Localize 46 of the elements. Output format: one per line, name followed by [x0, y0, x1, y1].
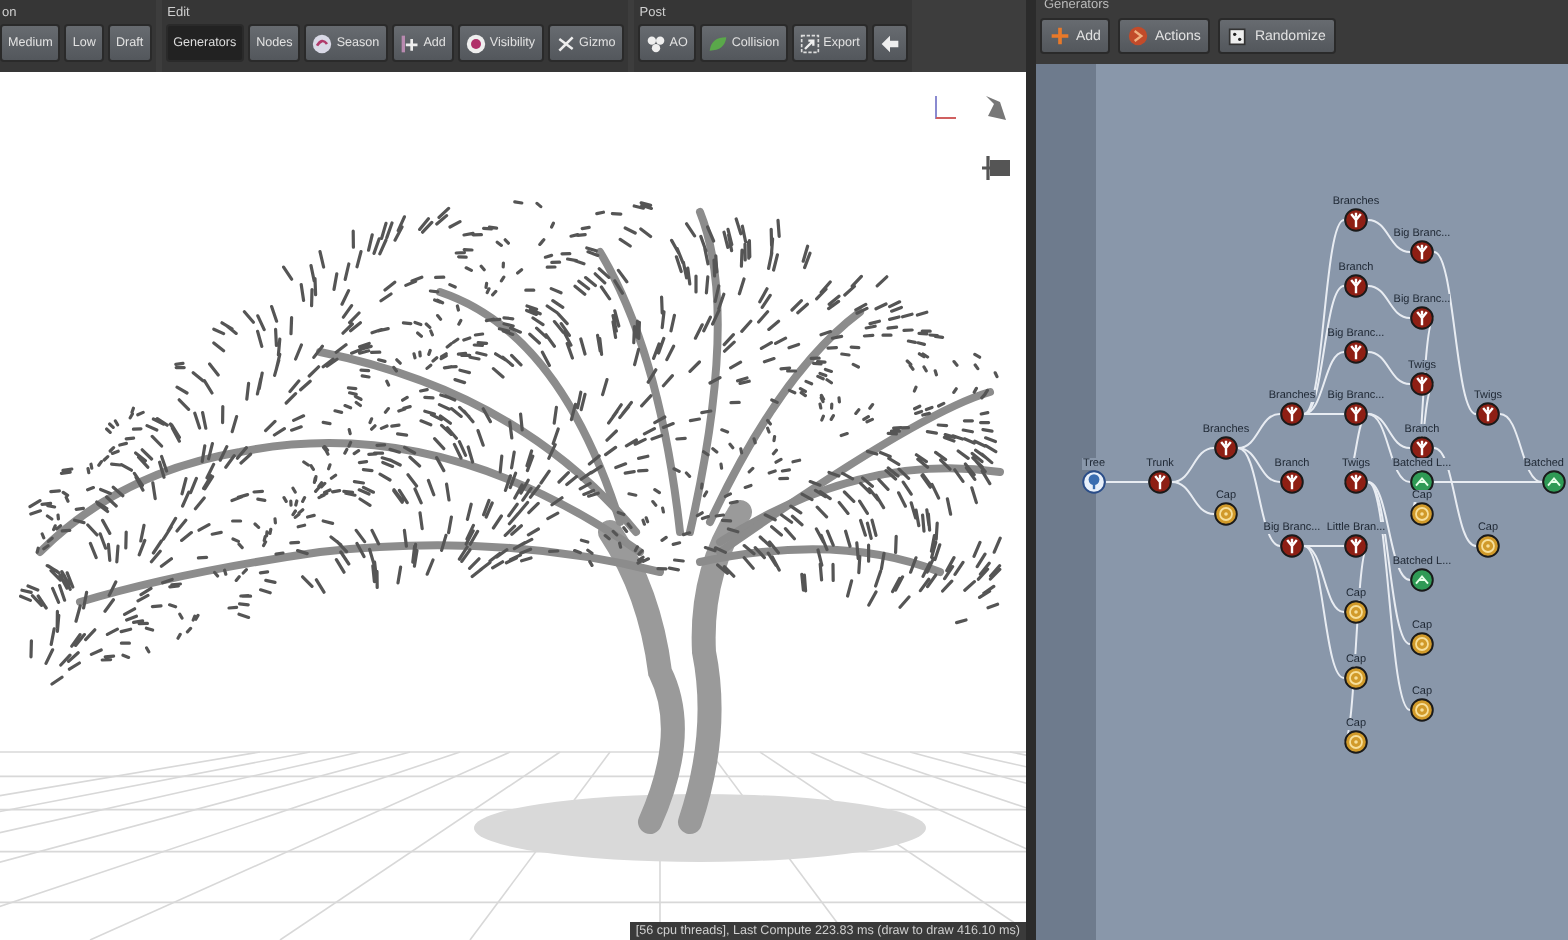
- eye-icon: [465, 33, 486, 53]
- plus-icon: [399, 33, 420, 53]
- fork-icon[interactable]: [1214, 436, 1238, 460]
- ring-icon[interactable]: [1476, 534, 1500, 558]
- fork-icon[interactable]: [1344, 208, 1368, 232]
- axis-icon: [932, 94, 960, 122]
- ring-icon[interactable]: [1410, 502, 1434, 526]
- fork-icon[interactable]: [1280, 470, 1304, 494]
- fork-icon[interactable]: [1344, 274, 1368, 298]
- plus-icon: [1050, 26, 1070, 46]
- ring-icon[interactable]: [1344, 666, 1368, 690]
- tree-icon[interactable]: [1082, 470, 1106, 494]
- ring-icon[interactable]: [1344, 600, 1368, 624]
- season-icon: [312, 33, 333, 53]
- leaves-icon[interactable]: [1410, 568, 1434, 592]
- circles-icon: [645, 33, 666, 53]
- ring-icon[interactable]: [1344, 730, 1368, 754]
- dice-icon: [1228, 26, 1249, 46]
- fork-icon[interactable]: [1410, 436, 1434, 460]
- fork-icon[interactable]: [1410, 306, 1434, 330]
- fork-icon[interactable]: [1410, 240, 1434, 264]
- connector-line: [1171, 447, 1215, 483]
- connector-line: [1367, 219, 1411, 253]
- fork-icon[interactable]: [1410, 372, 1434, 396]
- back-button[interactable]: [871, 24, 908, 62]
- connector-line: [1171, 481, 1215, 515]
- fork-icon[interactable]: [1476, 402, 1500, 426]
- ring-icon[interactable]: [1410, 698, 1434, 722]
- camera-icon[interactable]: [980, 152, 1012, 184]
- actions-icon: [1128, 26, 1149, 46]
- leaves-icon[interactable]: [1542, 470, 1566, 494]
- fork-icon[interactable]: [1344, 470, 1368, 494]
- leaves-icon[interactable]: [1410, 470, 1434, 494]
- leaf-icon: [707, 33, 728, 53]
- fork-icon[interactable]: [1344, 402, 1368, 426]
- arrow-left-icon: [879, 33, 900, 53]
- connector-line: [1105, 481, 1149, 483]
- fork-icon[interactable]: [1148, 470, 1172, 494]
- gizmo-icon: [555, 33, 576, 53]
- fork-icon[interactable]: [1280, 534, 1304, 558]
- ring-icon[interactable]: [1214, 502, 1238, 526]
- export-icon: [799, 33, 820, 53]
- ring-icon[interactable]: [1410, 632, 1434, 656]
- fork-icon[interactable]: [1344, 534, 1368, 558]
- fork-icon[interactable]: [1280, 402, 1304, 426]
- fork-icon[interactable]: [1344, 340, 1368, 364]
